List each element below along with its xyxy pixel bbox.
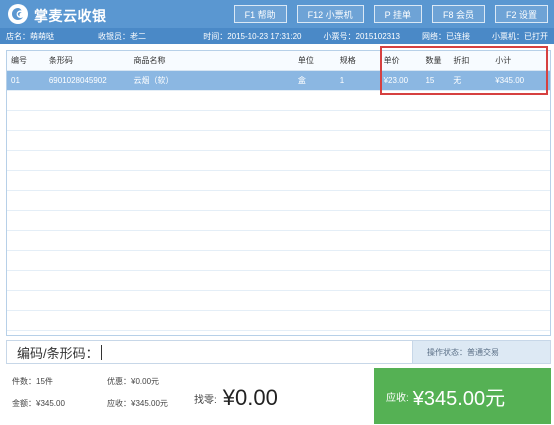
cashier-name: 收银员：老二: [98, 31, 146, 41]
receipt-printer-button[interactable]: F12 小票机: [296, 5, 364, 23]
change-due-area: 找零: ¥0.00: [194, 378, 364, 418]
item-price: ¥23.00: [383, 76, 409, 85]
barcode-input-bar[interactable]: 编码/条形码： 操作状态：普通交易: [6, 340, 551, 364]
amount-total: 金额：¥345.00: [12, 399, 65, 408]
item-name: 云烟（软）: [133, 76, 174, 85]
summary-footer: 件数：15件 优惠：¥0.00元 金额：¥345.00 应收：¥345.00元 …: [0, 368, 554, 425]
network-status: 网络：已连接: [422, 31, 470, 41]
column-header-spec: 规格: [339, 56, 356, 65]
items-table: 编号 条形码 商品名称 单位 规格 单价 数量 折扣 小计 01 6901028…: [6, 50, 551, 336]
app-title: 掌麦云收银: [34, 8, 107, 24]
time-readout: 时间：2015-10-23 17:31:20: [203, 31, 302, 41]
empty-row: [7, 131, 550, 151]
pos-window: 掌麦云收银 F1 帮助 F12 小票机 P 挂单 F8 会员 F2 设置 店名：…: [0, 0, 554, 425]
empty-row: [7, 231, 550, 251]
amount-due-value: ¥345.00元: [412, 387, 506, 410]
operation-status: 操作状态：普通交易: [412, 341, 550, 363]
empty-row: [7, 171, 550, 191]
item-subtotal: ¥345.00: [495, 76, 525, 85]
store-name: 店名：萌萌哒: [6, 31, 54, 41]
settings-button[interactable]: F2 设置: [494, 5, 548, 23]
column-header-barcode: 条形码: [48, 56, 73, 65]
column-header-unit: 单位: [297, 56, 314, 65]
change-label: 找零:: [194, 394, 217, 406]
item-spec: 1: [339, 76, 345, 85]
logo-icon: [12, 8, 23, 20]
item-barcode: 6901028045902: [48, 76, 107, 85]
column-header-discount: 折扣: [453, 56, 470, 65]
empty-row: [7, 271, 550, 291]
empty-row: [7, 111, 550, 131]
summary-block: 件数：15件 优惠：¥0.00元 金额：¥345.00 应收：¥345.00元: [12, 376, 187, 421]
amount-due-panel: 应收: ¥345.00元: [374, 368, 551, 424]
amount-due-label: 应收:: [386, 392, 409, 404]
item-qty: 15: [425, 76, 435, 85]
hotkey-bar: F1 帮助 F12 小票机 P 挂单 F8 会员 F2 设置: [233, 5, 548, 23]
column-header-price: 单价: [383, 56, 400, 65]
item-count: 件数：15件: [12, 377, 53, 386]
empty-row: [7, 251, 550, 271]
table-row[interactable]: 01 6901028045902 云烟（软） 盒 1 ¥23.00 15 无 ¥…: [7, 71, 550, 91]
empty-row: [7, 311, 550, 331]
item-discount: 无: [453, 76, 462, 85]
item-unit: 盒: [297, 76, 306, 85]
item-no: 01: [11, 76, 20, 85]
discount-total: 优惠：¥0.00元: [107, 377, 160, 386]
empty-row: [7, 91, 550, 111]
info-bar: 店名：萌萌哒 收银员：老二 时间：2015-10-23 17:31:20 小票号…: [0, 28, 554, 44]
empty-row: [7, 211, 550, 231]
app-logo: [8, 4, 28, 24]
empty-row: [7, 191, 550, 211]
printer-status: 小票机：已打开: [492, 31, 548, 41]
member-button[interactable]: F8 会员: [431, 5, 485, 23]
receivable-total: 应收：¥345.00元: [107, 399, 168, 408]
column-header-name: 商品名称: [133, 56, 166, 65]
empty-row: [7, 151, 550, 171]
table-header: 编号 条形码 商品名称 单位 规格 单价 数量 折扣 小计: [7, 51, 550, 71]
text-caret: [100, 344, 102, 360]
title-bar: 掌麦云收银 F1 帮助 F12 小票机 P 挂单 F8 会员 F2 设置: [0, 0, 554, 28]
column-header-subtotal: 小计: [495, 56, 512, 65]
empty-row: [7, 291, 550, 311]
hold-order-button[interactable]: P 挂单: [373, 5, 422, 23]
column-header-qty: 数量: [425, 56, 442, 65]
ticket-number: 小票号：2015102313: [323, 31, 401, 41]
help-button[interactable]: F1 帮助: [233, 5, 287, 23]
change-value: ¥0.00: [222, 385, 278, 410]
barcode-input-label: 编码/条形码：: [17, 345, 99, 361]
column-header-no: 编号: [11, 56, 27, 65]
